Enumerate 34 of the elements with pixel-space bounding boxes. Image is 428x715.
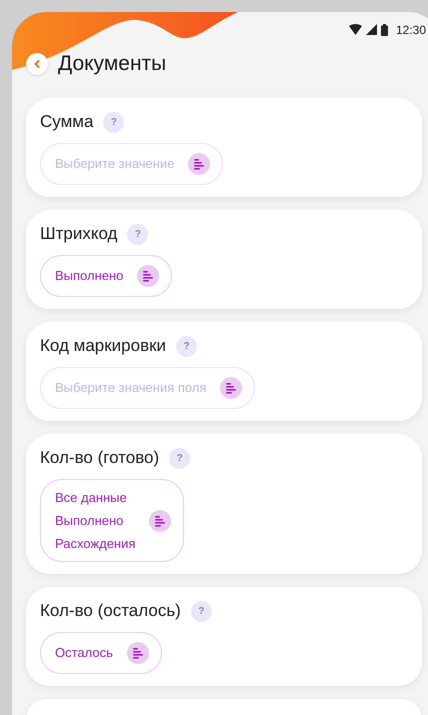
selected-value: Выполнено [55, 267, 124, 286]
list-icon [220, 377, 242, 399]
selected-value: Расхождения [55, 535, 136, 553]
field-label: Кол-во (готово) [40, 447, 160, 470]
help-button[interactable]: ? [169, 448, 190, 468]
select-field[interactable]: Выполнено [40, 255, 172, 297]
list-icon [188, 153, 210, 175]
back-button[interactable] [26, 53, 48, 75]
page-title: Документы [58, 51, 166, 78]
selected-value: Осталось [55, 644, 113, 662]
help-button[interactable]: ? [190, 600, 212, 622]
field-label: Кол-во (осталось) [40, 600, 181, 622]
signal-icon [366, 24, 377, 35]
field-label: Штрихкод [40, 223, 118, 246]
selected-value: Выполнено [55, 512, 124, 530]
placeholder: Выберите значения поля [55, 379, 206, 398]
list-icon [149, 510, 172, 532]
status-time: 12:30 [396, 22, 426, 38]
wifi-icon [348, 24, 362, 35]
selected-value: Все данные [55, 489, 128, 507]
select-field[interactable]: Осталось [40, 632, 162, 674]
battery-icon [380, 24, 388, 36]
chevron-left-icon [33, 60, 41, 68]
help-button[interactable]: ? [176, 336, 198, 356]
help-button[interactable]: ? [103, 112, 124, 132]
select-field[interactable]: Все данные Выполнено Расхождения [40, 479, 184, 562]
list-icon [126, 642, 149, 664]
select-field[interactable]: Выберите значения поля [40, 367, 256, 409]
field-label: Код маркировки [40, 335, 166, 358]
list-icon [137, 265, 160, 287]
select-field[interactable]: Выберите значение [40, 143, 224, 185]
help-button[interactable]: ? [127, 224, 148, 244]
placeholder: Выберите значение [55, 155, 174, 174]
field-label: Сумма [40, 111, 94, 134]
